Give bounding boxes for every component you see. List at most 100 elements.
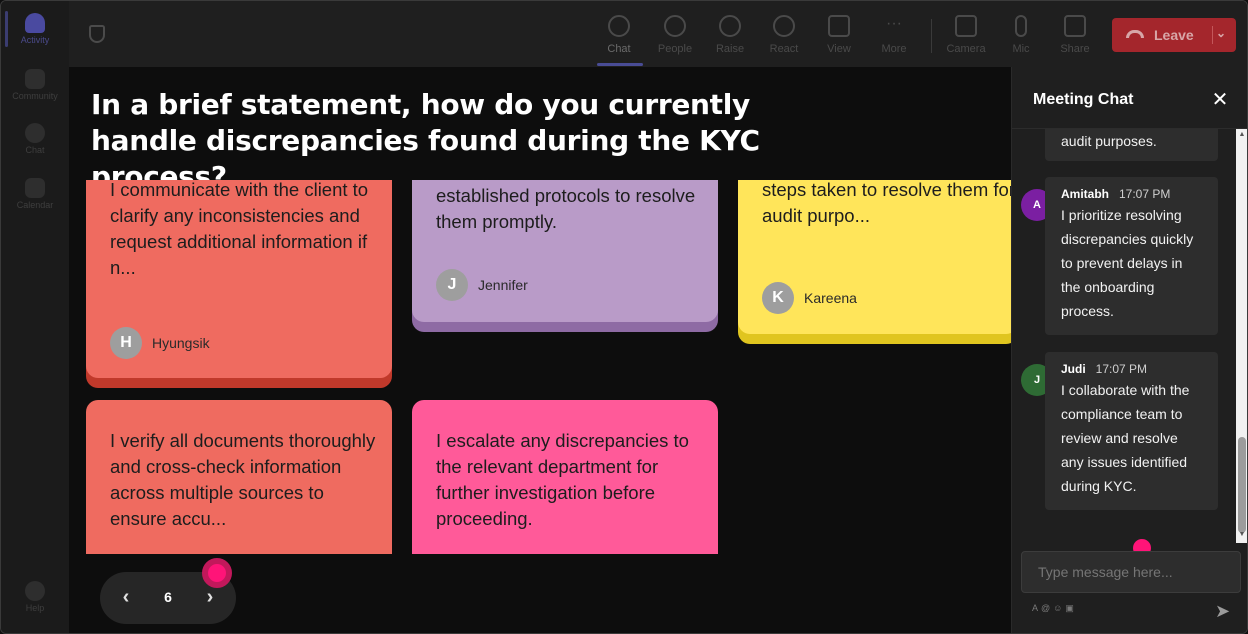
- rail-item-label: Calendar: [16, 200, 54, 210]
- author-name: Hyungsik: [152, 335, 210, 351]
- response-card[interactable]: I communicate with the client to clarify…: [86, 180, 392, 378]
- card-author: J Jennifer: [436, 269, 528, 301]
- emoji-icon[interactable]: ☺: [1053, 603, 1065, 613]
- people-icon: [664, 15, 686, 37]
- mic-icon: [1015, 15, 1027, 37]
- message-meta: Amitabh 17:07 PM: [1061, 185, 1202, 203]
- more-icon: ···: [886, 15, 902, 32]
- rail-item-chat[interactable]: Chat: [5, 121, 65, 169]
- rail-item-label: Activity: [20, 35, 50, 45]
- message-time: 17:07 PM: [1119, 187, 1171, 201]
- toolbar-button-label: React: [769, 43, 799, 55]
- rail-item-community[interactable]: Community: [5, 67, 65, 115]
- rail-item-label: Chat: [25, 145, 45, 155]
- chat-message: audit purposes.: [1045, 129, 1218, 161]
- page-number: 6: [164, 589, 172, 605]
- bell-icon: [25, 13, 45, 33]
- share-icon: [1064, 15, 1086, 37]
- message-meta: Judi 17:07 PM: [1061, 360, 1202, 378]
- react-icon: [773, 15, 795, 37]
- avatar-initial: J: [1033, 374, 1041, 386]
- toolbar-button-label: Raise: [715, 43, 745, 55]
- message-list: audit purposes. A Amitabh 17:07 PM I prio…: [1012, 129, 1236, 543]
- rail-item-activity[interactable]: Activity: [5, 11, 65, 59]
- message-text: I prioritize resolving discrepancies qui…: [1061, 207, 1194, 319]
- chat-scrollbar[interactable]: ▲ ▼: [1236, 129, 1247, 543]
- phone-hangup-icon: [1126, 30, 1144, 38]
- calendar-icon: [25, 178, 45, 198]
- response-text: I escalate any discrepancies to the rele…: [436, 430, 689, 529]
- chevron-right-icon[interactable]: ›: [200, 586, 220, 609]
- help-icon: [25, 581, 45, 601]
- response-card[interactable]: established protocols to resolve them pr…: [412, 180, 718, 322]
- leave-divider: [1212, 26, 1213, 44]
- card-author: K Kareena: [762, 282, 857, 314]
- toolbar-mic-button[interactable]: Mic: [995, 11, 1047, 63]
- toolbar-button-label: Chat: [607, 43, 631, 55]
- meeting-chat-panel: Meeting Chat ✕ audit purposes. A Amitabh…: [1011, 67, 1247, 633]
- gif-icon[interactable]: ▣: [1065, 603, 1077, 613]
- response-text: steps taken to resolve them for audit pu…: [762, 180, 1011, 226]
- toolbar-button-label: Share: [1060, 43, 1090, 55]
- response-text: I communicate with the client to clarify…: [110, 180, 369, 278]
- rail-item-calendar[interactable]: Calendar: [5, 176, 65, 224]
- format-icon[interactable]: A: [1032, 603, 1041, 613]
- toolbar-button-label: People: [657, 43, 693, 55]
- scroll-down-icon[interactable]: ▼: [1236, 531, 1247, 541]
- response-card[interactable]: steps taken to resolve them for audit pu…: [738, 180, 1011, 334]
- card-author: H Hyungsik: [110, 327, 210, 359]
- response-board: I communicate with the client to clarify…: [69, 180, 1011, 554]
- toolbar-camera-button[interactable]: Camera: [940, 11, 992, 63]
- chat-icon: [608, 15, 630, 37]
- active-tab-indicator: [597, 63, 643, 66]
- toolbar-people-button[interactable]: People: [649, 11, 701, 63]
- scroll-up-icon[interactable]: ▲: [1236, 131, 1247, 141]
- avatar: J: [436, 269, 468, 301]
- response-text: I verify all documents thoroughly and cr…: [110, 430, 376, 529]
- chat-icon: [25, 123, 45, 143]
- chevron-left-icon[interactable]: ‹: [116, 586, 136, 609]
- format-toolbar: A@☺▣: [1032, 603, 1077, 614]
- close-icon[interactable]: ✕: [1210, 87, 1230, 112]
- chat-message: Amitabh 17:07 PM I prioritize resolving d…: [1045, 177, 1218, 335]
- message-time: 17:07 PM: [1095, 362, 1148, 376]
- toolbar-more-button[interactable]: ··· More: [868, 11, 920, 63]
- toolbar-share-button[interactable]: Share: [1049, 11, 1101, 63]
- toolbar-chat-button[interactable]: Chat: [593, 11, 645, 63]
- toolbar-view-button[interactable]: View: [813, 11, 865, 63]
- toolbar-button-label: Mic: [1012, 43, 1030, 55]
- toolbar-react-button[interactable]: React: [758, 11, 810, 63]
- cursor-indicator: [202, 558, 232, 588]
- chevron-down-icon[interactable]: ⌄: [1216, 26, 1226, 40]
- leave-button[interactable]: Leave ⌄: [1112, 18, 1236, 52]
- response-card[interactable]: I escalate any discrepancies to the rele…: [412, 400, 718, 554]
- author-name: Kareena: [804, 290, 857, 306]
- attach-icon[interactable]: @: [1041, 603, 1053, 613]
- left-rail: Activity Community Chat Calendar Help: [1, 1, 69, 633]
- response-text: established protocols to resolve them pr…: [436, 185, 696, 232]
- scrollbar-thumb[interactable]: [1238, 437, 1246, 533]
- view-icon: [828, 15, 850, 37]
- chat-message-input[interactable]: [1021, 551, 1241, 593]
- avatar-initial: A: [1033, 199, 1041, 211]
- toolbar-raise-button[interactable]: Raise: [704, 11, 756, 63]
- rail-item-help[interactable]: Help: [5, 579, 65, 627]
- toolbar-button-label: More: [881, 43, 907, 55]
- chat-title: Meeting Chat: [1033, 91, 1134, 108]
- author-name: Jennifer: [478, 277, 528, 293]
- toolbar-button-label: Camera: [946, 43, 986, 55]
- toolbar-button-label: View: [827, 43, 851, 55]
- avatar: K: [762, 282, 794, 314]
- rail-item-label: Community: [12, 91, 58, 101]
- avatar: H: [110, 327, 142, 359]
- sender-name: Judi: [1061, 362, 1086, 376]
- community-icon: [25, 69, 45, 89]
- main-stage: In a brief statement, how do you current…: [69, 67, 1011, 633]
- message-text: audit purposes.: [1061, 133, 1157, 149]
- shield-icon: [89, 25, 105, 43]
- question-title: In a brief statement, how do you current…: [91, 88, 760, 193]
- send-icon[interactable]: ➤: [1215, 601, 1230, 622]
- response-card[interactable]: I verify all documents thoroughly and cr…: [86, 400, 392, 554]
- rail-item-label: Help: [25, 603, 45, 613]
- camera-off-icon: [955, 15, 977, 37]
